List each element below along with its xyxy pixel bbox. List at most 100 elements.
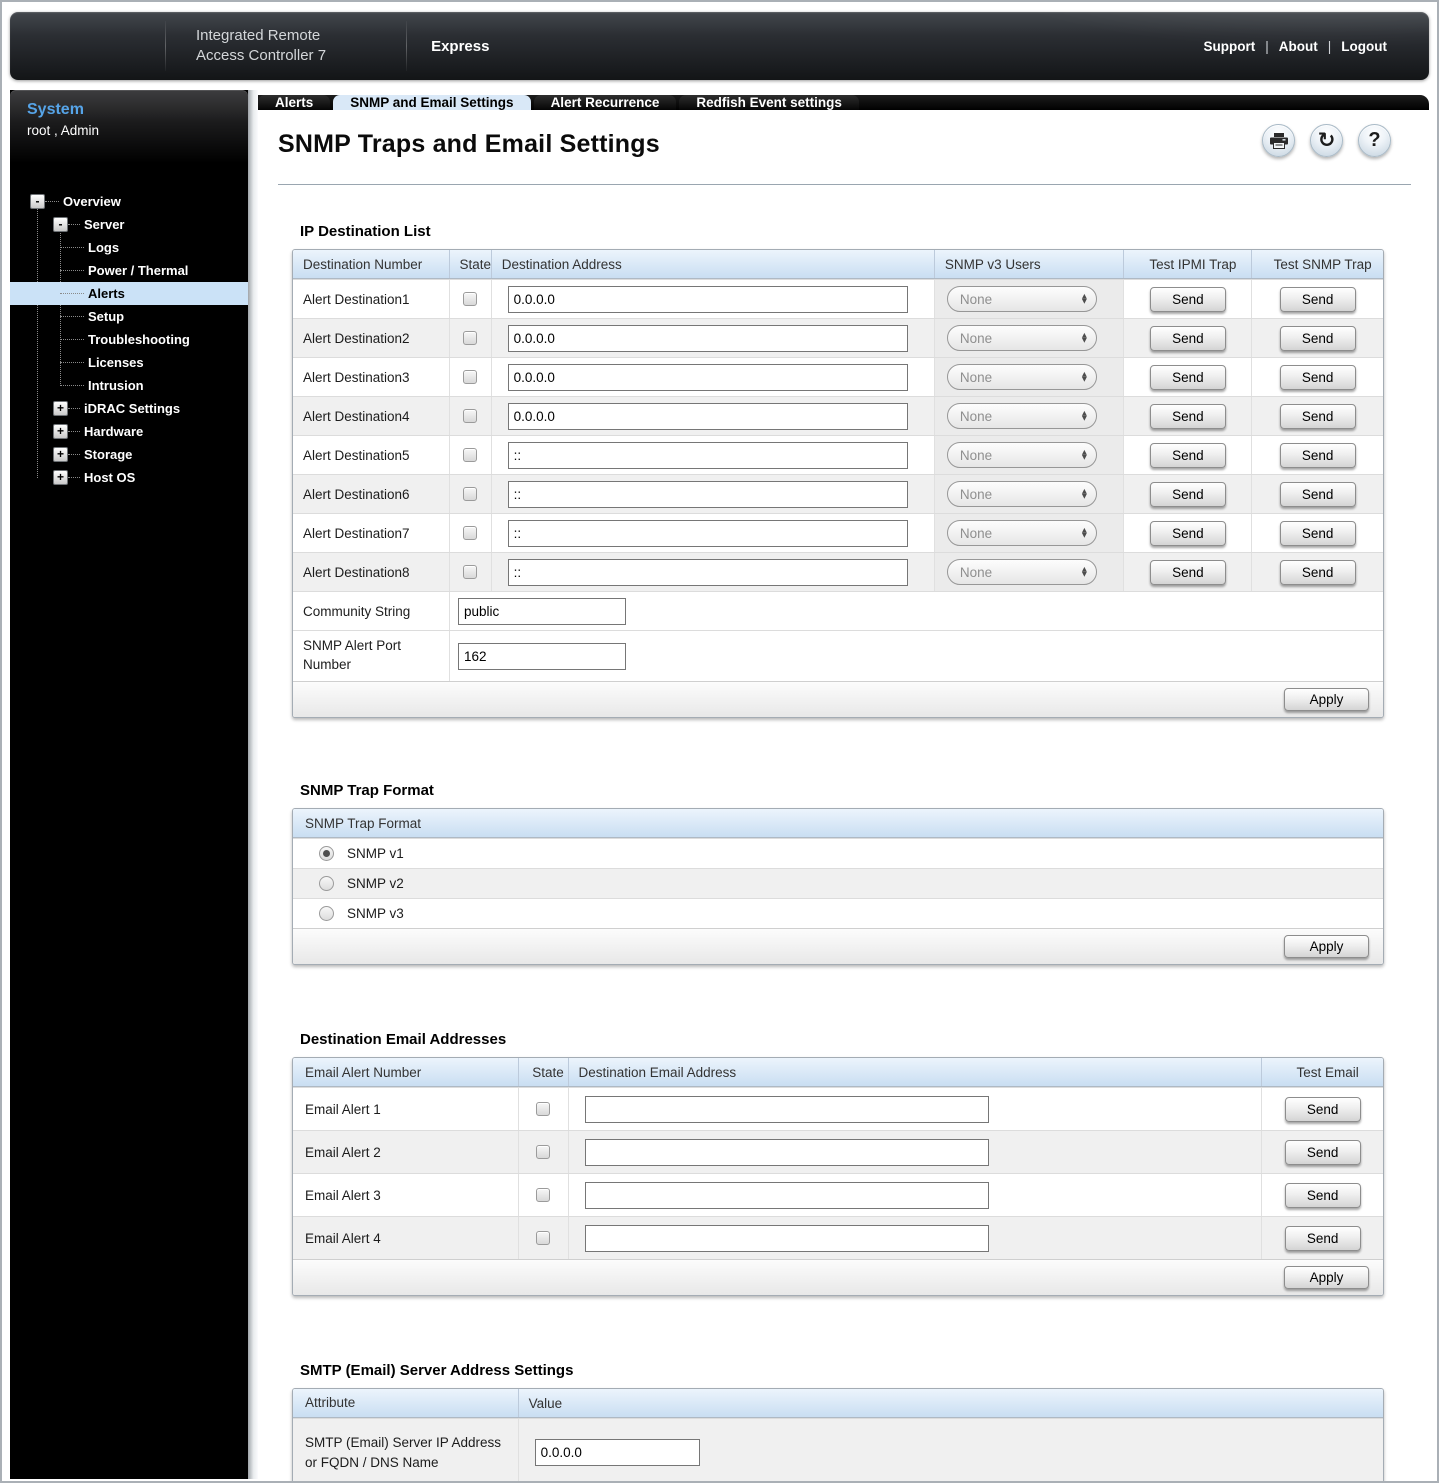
logout-link[interactable]: Logout [1341,39,1387,54]
destination-address-input[interactable] [507,402,908,430]
snmp-alert-port-input[interactable] [458,642,626,670]
destination-address-input[interactable] [507,363,908,391]
radio-button[interactable] [319,906,334,921]
state-checkbox[interactable] [536,1145,551,1159]
state-checkbox[interactable] [536,1188,551,1202]
test-snmp-send-button[interactable]: Send [1279,403,1356,429]
test-ipmi-send-button[interactable]: Send [1149,481,1226,507]
tree-item-server[interactable]: - Server [10,213,248,236]
destination-email-input[interactable] [584,1224,989,1252]
community-string-input[interactable] [458,597,626,625]
tree-item-storage[interactable]: + Storage [10,443,248,466]
test-email-send-button[interactable]: Send [1284,1182,1361,1208]
tab-alerts[interactable]: Alerts [258,95,331,110]
snmp-v3-user-select[interactable]: None ▲ ▼ [946,364,1097,390]
collapse-icon[interactable]: - [53,217,68,232]
test-ipmi-send-button[interactable]: Send [1149,520,1226,546]
table-row: Alert Destination2 None▲▼ Send Send [293,318,1383,357]
expand-icon[interactable]: + [53,447,68,462]
tab-redfish-event-settings[interactable]: Redfish Event settings [679,95,859,110]
snmp-v3-user-select[interactable]: None ▲ ▼ [946,481,1097,507]
state-checkbox[interactable] [463,526,478,540]
state-checkbox[interactable] [536,1102,551,1116]
snmp-v2-option[interactable]: SNMP v2 [293,868,1383,898]
tree-item-intrusion[interactable]: Intrusion [10,374,248,397]
apply-button[interactable]: Apply [1284,1266,1369,1289]
destination-address-input[interactable] [507,519,908,547]
state-checkbox[interactable] [463,370,478,384]
refresh-button[interactable]: ↻ [1310,124,1343,157]
smtp-server-input[interactable] [534,1439,700,1466]
state-checkbox[interactable] [463,292,478,306]
destination-address-input[interactable] [507,480,908,508]
tree-item-power-thermal[interactable]: Power / Thermal [10,259,248,282]
snmp-v3-user-select[interactable]: None ▲ ▼ [946,442,1097,468]
test-email-send-button[interactable]: Send [1284,1096,1361,1122]
state-checkbox[interactable] [463,487,478,501]
expand-icon[interactable]: + [53,470,68,485]
destination-address-input[interactable] [507,441,908,469]
destination-address-input[interactable] [507,558,908,586]
help-button[interactable]: ? [1358,124,1391,157]
about-link[interactable]: About [1279,39,1318,54]
snmp-v3-user-select[interactable]: None ▲ ▼ [946,403,1097,429]
destination-email-input[interactable] [584,1138,989,1166]
tree-item-overview[interactable]: - Overview [10,190,248,213]
test-ipmi-send-button[interactable]: Send [1149,559,1226,585]
test-ipmi-send-button[interactable]: Send [1149,442,1226,468]
apply-button[interactable]: Apply [1284,688,1369,711]
test-email-send-button[interactable]: Send [1284,1225,1361,1251]
tree-item-host-os[interactable]: + Host OS [10,466,248,489]
tree-item-alerts[interactable]: Alerts [10,282,248,305]
table-footer: Apply [293,681,1383,717]
select-stepper-icon: ▲ ▼ [1081,526,1087,539]
snmp-v3-user-select[interactable]: None ▲ ▼ [946,559,1097,585]
test-snmp-send-button[interactable]: Send [1279,286,1356,312]
table-row: Email Alert 2 Send [293,1130,1383,1173]
tree-item-hardware[interactable]: + Hardware [10,420,248,443]
tab-alert-recurrence[interactable]: Alert Recurrence [533,95,677,110]
state-checkbox[interactable] [463,409,478,423]
test-snmp-send-button[interactable]: Send [1279,442,1356,468]
test-snmp-send-button[interactable]: Send [1279,481,1356,507]
support-link[interactable]: Support [1204,39,1256,54]
email-alert-number: Email Alert 3 [305,1187,381,1203]
test-ipmi-send-button[interactable]: Send [1149,364,1226,390]
test-ipmi-send-button[interactable]: Send [1149,403,1226,429]
print-button[interactable] [1262,124,1295,157]
destination-address-input[interactable] [507,324,908,352]
tree-item-setup[interactable]: Setup [10,305,248,328]
expand-icon[interactable]: + [53,401,68,416]
tab-snmp-and-email-settings[interactable]: SNMP and Email Settings [333,95,531,110]
expand-icon[interactable]: + [53,424,68,439]
tree-item-logs[interactable]: Logs [10,236,248,259]
snmp-v3-option[interactable]: SNMP v3 [293,898,1383,928]
apply-button[interactable]: Apply [1284,935,1369,958]
state-checkbox[interactable] [463,565,478,579]
table-row: Email Alert 4 Send [293,1216,1383,1259]
test-snmp-send-button[interactable]: Send [1279,325,1356,351]
snmp-v3-user-select[interactable]: None ▲ ▼ [946,286,1097,312]
tree-item-idrac-settings[interactable]: + iDRAC Settings [10,397,248,420]
snmp-v3-user-select[interactable]: None ▲ ▼ [946,325,1097,351]
tree-item-troubleshooting[interactable]: Troubleshooting [10,328,248,351]
state-checkbox[interactable] [536,1231,551,1245]
test-snmp-send-button[interactable]: Send [1279,520,1356,546]
snmp-v1-option[interactable]: SNMP v1 [293,838,1383,868]
section-title: SNMP Trap Format [300,782,434,799]
destination-email-input[interactable] [584,1095,989,1123]
test-snmp-send-button[interactable]: Send [1279,559,1356,585]
collapse-icon[interactable]: - [30,194,45,209]
state-checkbox[interactable] [463,448,478,462]
test-email-send-button[interactable]: Send [1284,1139,1361,1165]
tree-item-licenses[interactable]: Licenses [10,351,248,374]
destination-address-input[interactable] [507,285,908,313]
destination-email-input[interactable] [584,1181,989,1209]
test-ipmi-send-button[interactable]: Send [1149,325,1226,351]
state-checkbox[interactable] [463,331,478,345]
radio-button[interactable] [319,876,334,891]
snmp-v3-user-select[interactable]: None ▲ ▼ [946,520,1097,546]
test-snmp-send-button[interactable]: Send [1279,364,1356,390]
radio-button[interactable] [319,846,334,861]
test-ipmi-send-button[interactable]: Send [1149,286,1226,312]
